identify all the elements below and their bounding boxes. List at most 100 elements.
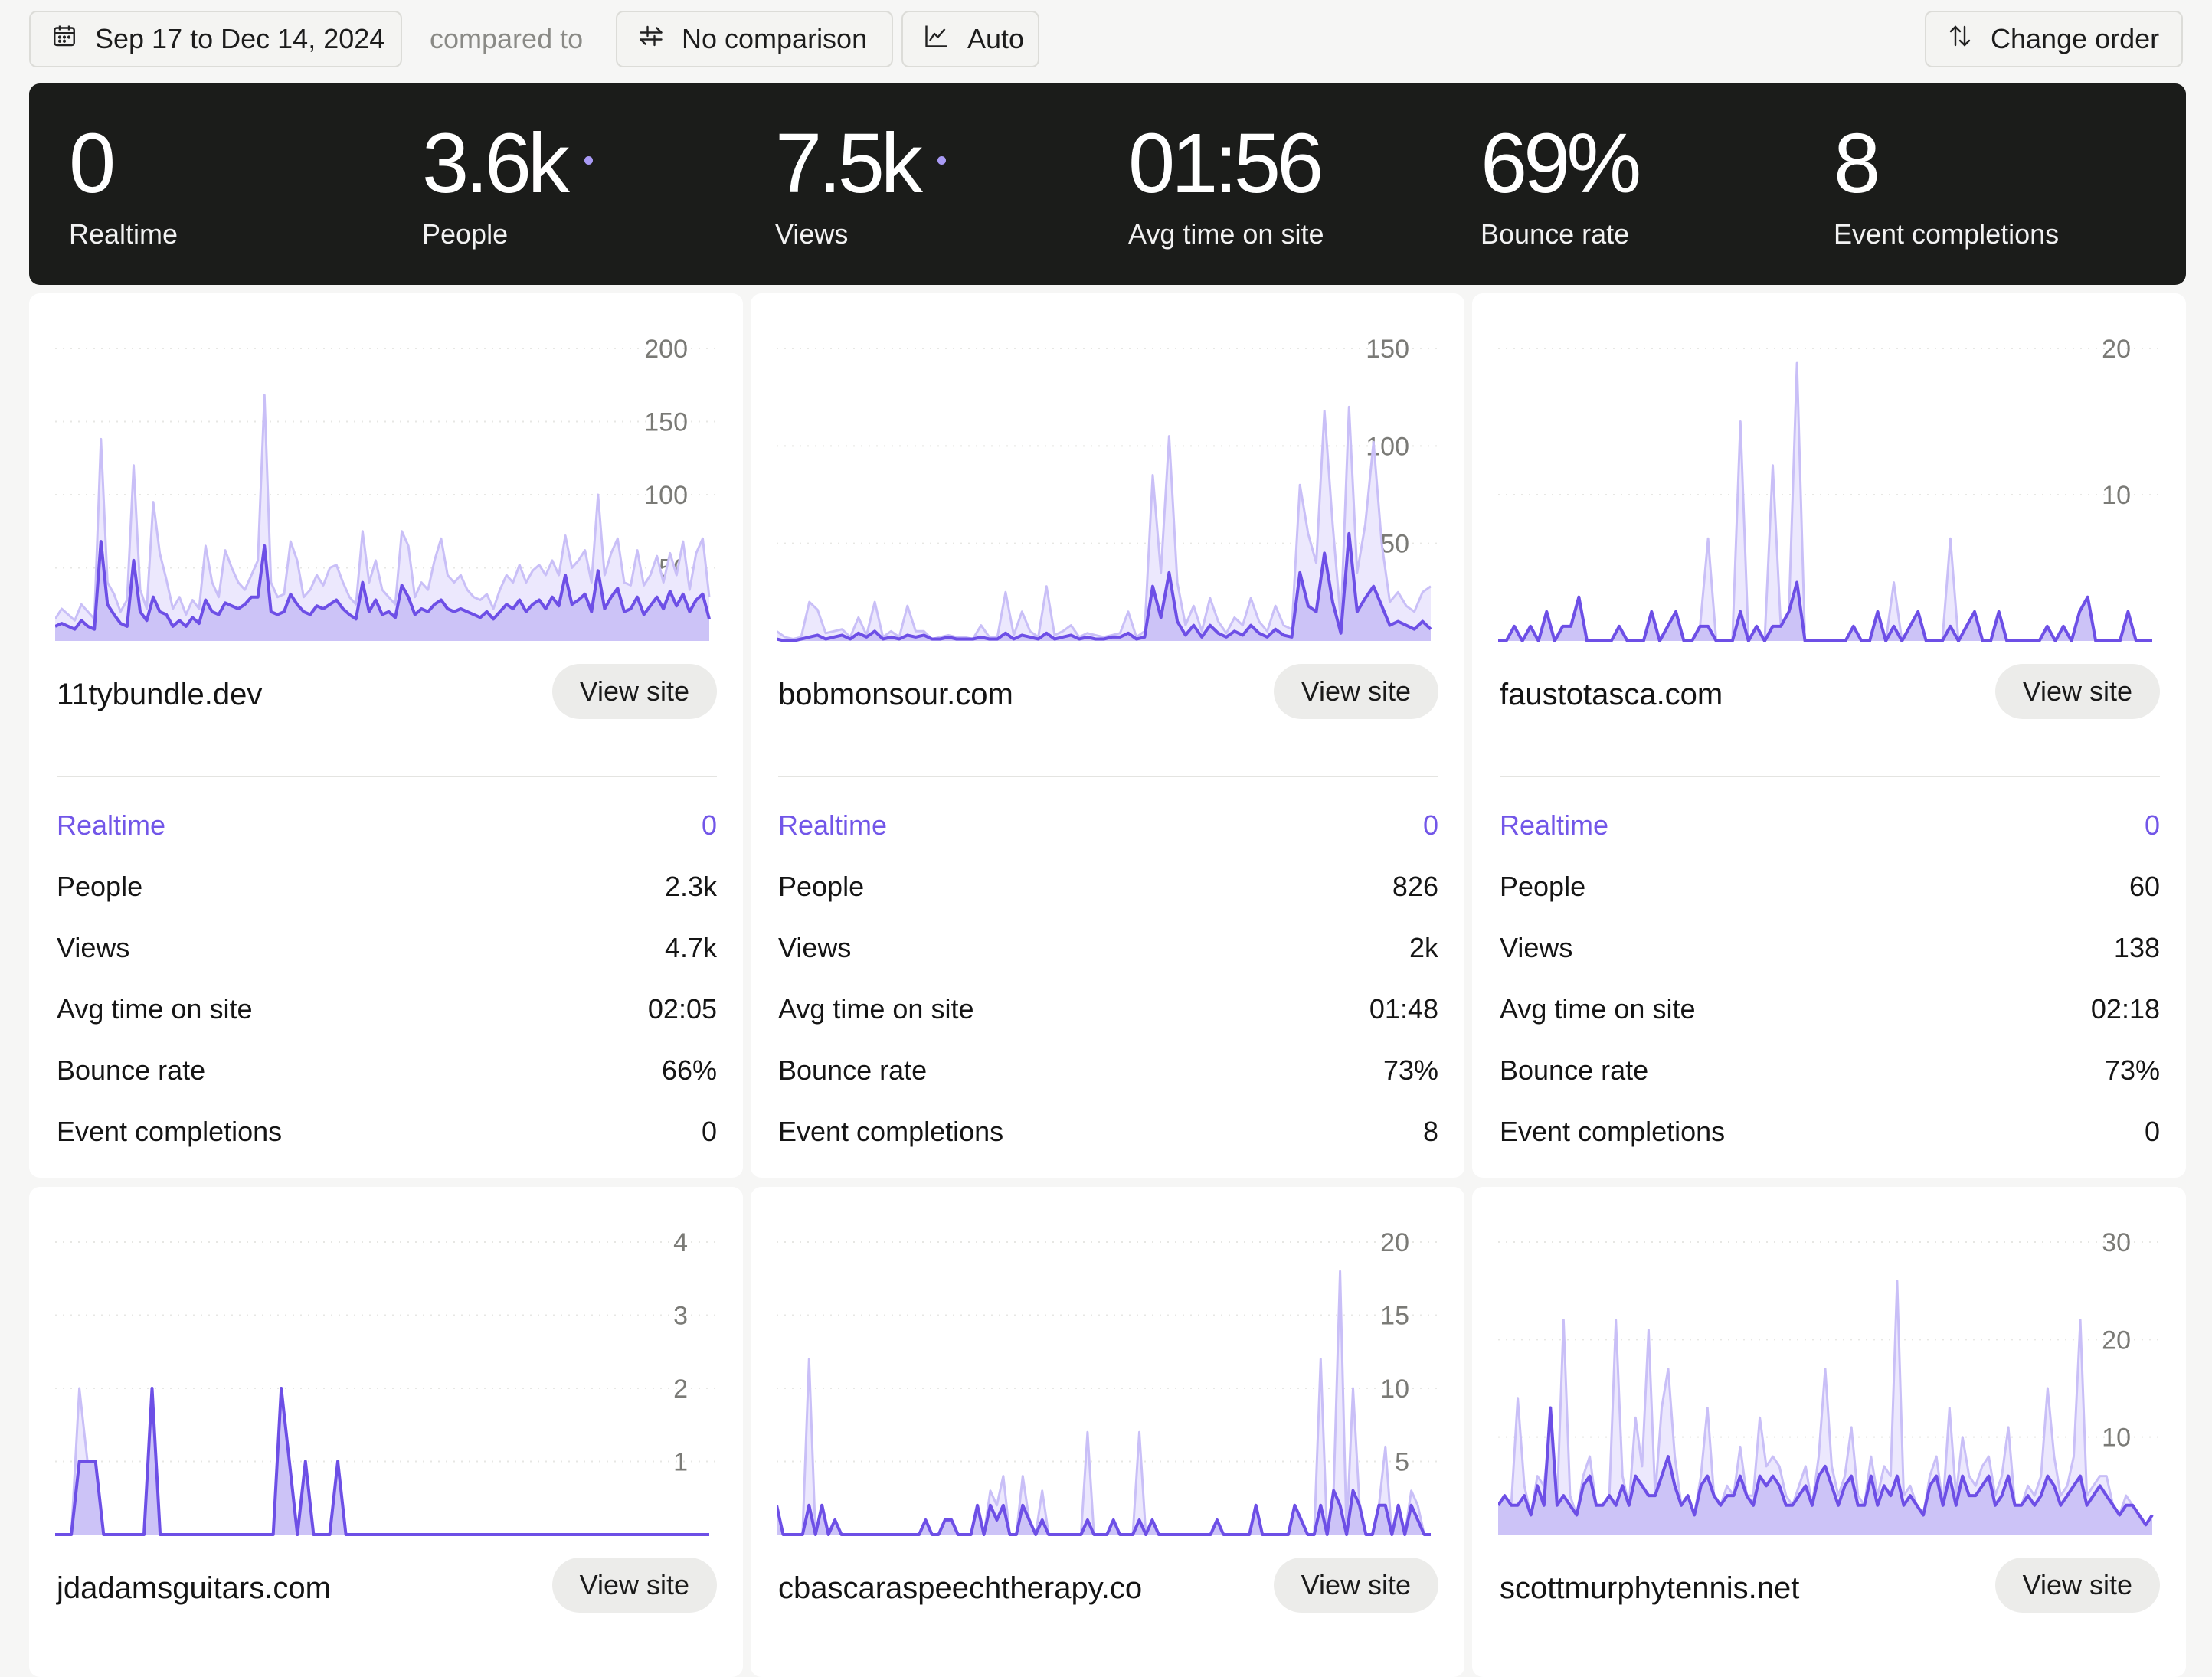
- metric-label: Event completions: [1500, 1116, 1726, 1147]
- metric-value: 0: [1422, 809, 1438, 841]
- metric-value: 01:48: [1369, 993, 1438, 1025]
- series-dot: [937, 155, 946, 165]
- change-order-label: Change order: [1991, 23, 2160, 54]
- view-site-button[interactable]: View site: [1273, 1558, 1438, 1613]
- site-chart-svg: 5 10 15 20: [777, 1228, 1437, 1536]
- change-order-button[interactable]: Change order: [1925, 11, 2183, 67]
- metric-row[interactable]: Event completions 0: [1500, 1115, 2160, 1176]
- site-chart-svg: 50100150: [777, 335, 1437, 642]
- metric-row[interactable]: Realtime 0: [1500, 809, 2160, 870]
- metric-label: Bounce rate: [778, 1054, 928, 1086]
- metric-label: Avg time on site: [1500, 993, 1696, 1025]
- metric-label: Views: [57, 932, 130, 963]
- site-card: 5 10 15 20 cbascaraspeechtherapy.co View site: [751, 1187, 1464, 1677]
- view-site-button[interactable]: View site: [551, 664, 717, 719]
- y-tick-label: 1: [673, 1448, 688, 1477]
- y-tick-label: 10: [1380, 1375, 1409, 1404]
- calendar-icon: [51, 22, 95, 57]
- metric-row[interactable]: Views 4.7k: [57, 931, 717, 992]
- metric-row[interactable]: Avg time on site 02:05: [57, 992, 717, 1054]
- y-tick-label: 10: [2102, 1424, 2131, 1453]
- metric-value: 73%: [1382, 1054, 1438, 1086]
- metric-row[interactable]: Realtime 0: [778, 809, 1438, 870]
- y-tick-label: 100: [644, 481, 688, 510]
- site-name: jdadamsguitars.com: [57, 1571, 331, 1605]
- metric-value: 02:05: [647, 993, 717, 1025]
- date-range-label: Sep 17 to Dec 14, 2024: [95, 23, 385, 54]
- metric-value: 826: [1392, 871, 1438, 902]
- site-chart: 10 20 30: [1498, 1214, 2158, 1536]
- comparison-button[interactable]: No comparison: [616, 11, 893, 67]
- metric-value: 66%: [661, 1054, 717, 1086]
- metric-value: 73%: [2104, 1054, 2160, 1086]
- metric-row[interactable]: Bounce rate 66%: [57, 1054, 717, 1115]
- summary-label: Event completions: [1834, 218, 2060, 250]
- people-area: [1498, 582, 2152, 641]
- site-chart: 50 100 150: [777, 321, 1437, 642]
- view-site-button[interactable]: View site: [1994, 664, 2160, 719]
- site-name: 11tybundle.dev: [57, 678, 263, 711]
- metric-row[interactable]: Event completions 0: [57, 1115, 717, 1176]
- summary-stat-event-completions[interactable]: 8 Event completions: [1834, 122, 2059, 250]
- summary-stat-bounce-rate[interactable]: 69% Bounce rate: [1481, 116, 1641, 250]
- metric-row[interactable]: Views 138: [1500, 931, 2160, 992]
- summary-stat-views[interactable]: 7.5k Views: [775, 122, 946, 250]
- divider: [778, 776, 1438, 777]
- summary-value: 8: [1834, 116, 1880, 211]
- divider: [1500, 776, 2160, 777]
- metric-label: Event completions: [778, 1116, 1004, 1147]
- y-tick-label: 3: [673, 1302, 688, 1331]
- metric-value: 8: [1422, 1116, 1438, 1147]
- view-site-button[interactable]: View site: [1273, 664, 1438, 719]
- summary-stat-people[interactable]: 3.6k People: [422, 122, 593, 250]
- site-card: 1 2 3 4 jdadamsguitars.com View site: [29, 1187, 743, 1677]
- metric-row[interactable]: Avg time on site 01:48: [778, 992, 1438, 1054]
- date-range-button[interactable]: Sep 17 to Dec 14, 2024: [29, 11, 402, 67]
- site-chart: 10 20: [1498, 321, 2158, 642]
- y-tick-label: 20: [2102, 335, 2131, 364]
- metric-row[interactable]: People 826: [778, 870, 1438, 931]
- metric-label: Avg time on site: [57, 993, 253, 1025]
- metric-value: 60: [2129, 871, 2160, 902]
- metric-label: Views: [1500, 932, 1573, 963]
- site-name: cbascaraspeechtherapy.co: [778, 1571, 1143, 1605]
- site-name: faustotasca.com: [1500, 678, 1723, 711]
- y-tick-label: 4: [673, 1228, 688, 1257]
- metric-value: 4.7k: [664, 932, 717, 963]
- site-chart-svg: 50100150200: [55, 335, 715, 641]
- metric-row[interactable]: Bounce rate 73%: [1500, 1054, 2160, 1115]
- metric-value: 0: [701, 809, 717, 841]
- summary-label: Bounce rate: [1481, 218, 1630, 250]
- summary-value: 69%: [1481, 116, 1641, 211]
- line-chart-icon: [923, 22, 967, 57]
- metric-row[interactable]: Event completions 8: [778, 1115, 1438, 1176]
- metric-label: People: [57, 871, 143, 902]
- metric-row[interactable]: Avg time on site 02:18: [1500, 992, 2160, 1054]
- summary-value: 01:56: [1128, 116, 1324, 211]
- metric-row[interactable]: People 60: [1500, 870, 2160, 931]
- view-site-button[interactable]: View site: [551, 1558, 717, 1613]
- metric-label: People: [1500, 871, 1586, 902]
- interval-button[interactable]: Auto: [901, 11, 1039, 67]
- site-chart-svg: 10 20 30: [1498, 1228, 2158, 1535]
- summary-stat-realtime[interactable]: 0 Realtime: [69, 122, 178, 250]
- metric-row[interactable]: Realtime 0: [57, 809, 717, 870]
- metric-row[interactable]: Bounce rate 73%: [778, 1054, 1438, 1115]
- metric-value: 02:18: [2090, 993, 2160, 1025]
- metric-value: 0: [2144, 1116, 2160, 1147]
- metric-value: 2.3k: [664, 871, 717, 902]
- metric-label: Bounce rate: [57, 1054, 206, 1086]
- metric-label: Realtime: [1500, 809, 1609, 841]
- compare-arrows-icon: [637, 22, 682, 57]
- metric-label: Views: [778, 932, 852, 963]
- summary-stat-avg-time[interactable]: 01:56 Avg time on site: [1128, 122, 1324, 250]
- metric-row[interactable]: People 2.3k: [57, 870, 717, 931]
- site-chart: 1 2 3 4: [55, 1214, 715, 1536]
- metric-row[interactable]: Views 2k: [778, 931, 1438, 992]
- y-tick-label: 20: [2102, 1326, 2131, 1355]
- people-line: [1498, 580, 2152, 642]
- metric-value: 0: [2144, 809, 2160, 841]
- view-site-button[interactable]: View site: [1994, 1558, 2160, 1613]
- summary-label: People: [422, 218, 509, 250]
- series-dot: [584, 155, 593, 165]
